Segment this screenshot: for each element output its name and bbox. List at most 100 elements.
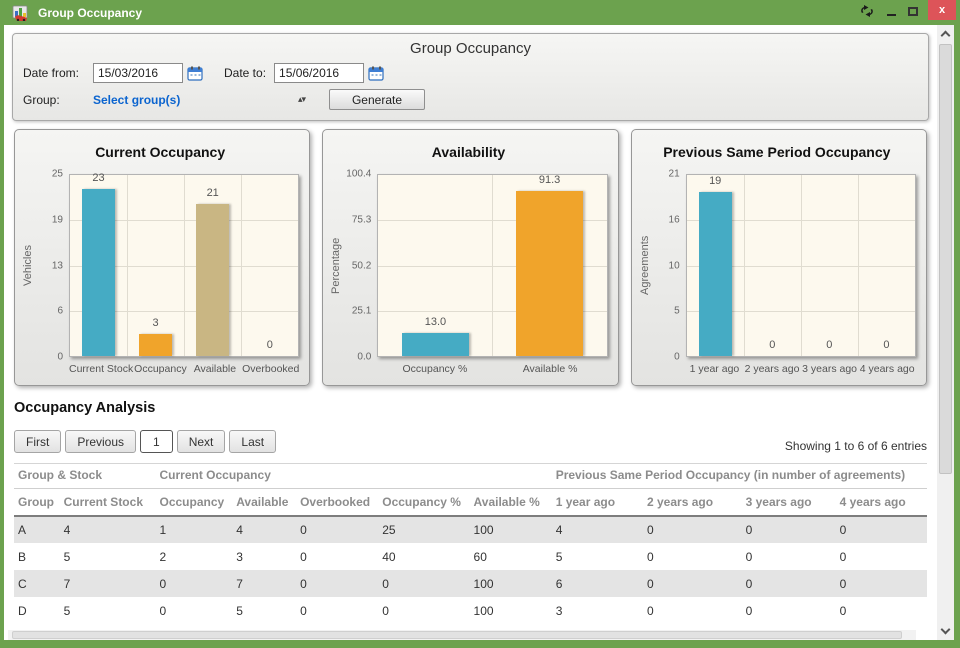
y-axis-label: Vehicles (22, 245, 34, 286)
table-cell: 7 (236, 576, 243, 591)
table-cell: 0 (647, 523, 654, 537)
table-cell: 0 (745, 523, 753, 537)
table-body: A 4 1 4 0 25 100 4 0 0 0 B 5 2 3 0 40 60 5 0 0 0 C 7 0 7 0 0 100 6 0 0 0… (14, 516, 927, 624)
calendar-icon[interactable] (368, 66, 385, 81)
table-cell: 4 (555, 523, 563, 537)
chart-previous-occupancy: Previous Same Period Occupancy Agreement… (630, 129, 927, 386)
vertical-scrollbar[interactable] (937, 25, 954, 640)
pagination: First Previous 1 Next Last (14, 430, 277, 453)
y-tick-label: 0 (674, 351, 680, 363)
y-axis-ticks: 25 19 13 6 0 (35, 169, 69, 363)
table-cell: 0 (382, 603, 389, 618)
date-to-input[interactable] (274, 63, 365, 83)
y-tick-label: 100.4 (346, 168, 372, 180)
vertical-scrollbar-thumb[interactable] (939, 44, 952, 474)
table-column-header-row: Group Current Stock Occupancy Available Over… (14, 488, 927, 517)
y-tick-label: 0 (57, 351, 63, 363)
generate-button[interactable]: Generate (329, 89, 425, 110)
column-header-cell: 2 years ago (643, 488, 742, 517)
table-cell: D (18, 603, 27, 618)
table-cell: 0 (300, 576, 307, 591)
maximize-button[interactable] (902, 0, 924, 22)
page-button-next[interactable]: Next (176, 430, 226, 453)
page-button-first[interactable]: First (14, 430, 62, 453)
x-category-label: Overbooked (242, 363, 300, 375)
bar (81, 189, 116, 356)
select-spinner-icon: ▴▾ (297, 94, 306, 104)
y-tick-label: 10 (668, 260, 680, 271)
plot-area: 19 0 0 0 (685, 174, 916, 357)
bar (516, 191, 583, 356)
table-cell: 2 (159, 549, 167, 564)
bar-value-label: 13.0 (424, 315, 447, 328)
horizontal-scrollbar[interactable] (8, 630, 916, 640)
sync-icon[interactable] (854, 0, 880, 22)
table-cell: 3 (236, 549, 243, 564)
occupancy-table: Group & Stock Current Occupancy Previous S… (14, 463, 927, 624)
analysis-heading: Occupancy Analysis (14, 400, 156, 416)
x-category-label: Occupancy % (402, 363, 468, 375)
close-button[interactable]: x (928, 0, 956, 20)
scroll-down-arrow-icon[interactable] (937, 623, 954, 640)
table-cell: 0 (745, 576, 753, 591)
table-cell: 5 (236, 603, 243, 618)
x-axis-labels: Occupancy % Available % (377, 357, 607, 379)
occupancy-analysis-section: Occupancy Analysis First Previous 1 Next Las… (14, 400, 927, 624)
column-header-cell: Occupancy % (378, 488, 470, 517)
table-cell: A (18, 523, 27, 537)
calendar-icon[interactable] (187, 66, 204, 81)
bar-value-label: 91.3 (538, 174, 561, 187)
column-header-cell: Available % (469, 488, 552, 517)
x-axis-labels: 1 year ago 2 years ago 3 years ago 4 years … (686, 357, 916, 379)
date-from-label: Date from: (23, 66, 80, 80)
y-tick-label: 19 (51, 214, 63, 226)
table-cell: 0 (839, 603, 847, 618)
scroll-up-arrow-icon[interactable] (937, 25, 954, 42)
group-select-value: Select group(s) (93, 92, 181, 107)
column-header-cell: 4 years ago (835, 488, 927, 517)
page-button-last[interactable]: Last (229, 430, 277, 453)
table-cell: 0 (159, 576, 167, 591)
table-cell: 60 (473, 549, 487, 564)
bar (196, 203, 230, 356)
report-form-panel: Group Occupancy Date from: Date to: (12, 33, 929, 121)
table-row: C 7 0 7 0 0 100 6 0 0 0 (14, 570, 927, 597)
table-cell: 0 (647, 576, 654, 591)
minimize-button[interactable] (880, 0, 902, 22)
table-cell: 5 (63, 603, 71, 618)
table-cell: 0 (745, 603, 753, 618)
date-from-input[interactable] (93, 63, 183, 83)
horizontal-scrollbar-thumb[interactable] (12, 631, 902, 639)
y-tick-label: 25 (51, 168, 63, 180)
y-axis-label: Agreements (638, 235, 651, 296)
bar-value-label: 3 (152, 317, 159, 330)
page-button-1[interactable]: 1 (140, 430, 173, 453)
column-header-cell: 1 year ago (551, 488, 643, 517)
table-cell: 40 (382, 549, 396, 564)
table-cell: B (18, 549, 27, 564)
table-cell: 0 (839, 549, 847, 564)
table-cell: 0 (300, 549, 307, 564)
bar-value-label: 0 (769, 339, 776, 351)
page-button-previous[interactable]: Previous (65, 430, 137, 453)
table-cell: 0 (647, 549, 654, 564)
table-cell: 100 (473, 603, 494, 618)
bar (139, 334, 173, 356)
x-category-label: Available % (522, 363, 578, 375)
column-header-cell: Overbooked (296, 488, 379, 517)
y-tick-label: 25.1 (351, 305, 372, 317)
x-axis-labels: Current Stock Occupancy Available Overbooke… (69, 357, 299, 379)
chart-title: Availability (431, 144, 506, 160)
table-cell: 100 (473, 576, 494, 591)
y-axis-ticks: 21 16 10 5 0 (652, 169, 686, 363)
table-cell: 5 (555, 549, 563, 564)
group-header-cell: Previous Same Period Occupancy (in numbe… (551, 463, 927, 489)
group-select[interactable]: Select group(s) ▴▾ (93, 92, 306, 107)
y-tick-label: 5 (674, 305, 680, 317)
x-category-label: 2 years ago (744, 363, 800, 375)
date-to-label: Date to: (224, 66, 267, 80)
table-row: B 5 2 3 0 40 60 5 0 0 0 (14, 543, 927, 570)
plot-area: 13.0 91.3 (377, 174, 608, 357)
column-header-cell: Available (232, 488, 297, 517)
showing-entries-text: Showing 1 to 6 of 6 entries (784, 439, 927, 453)
